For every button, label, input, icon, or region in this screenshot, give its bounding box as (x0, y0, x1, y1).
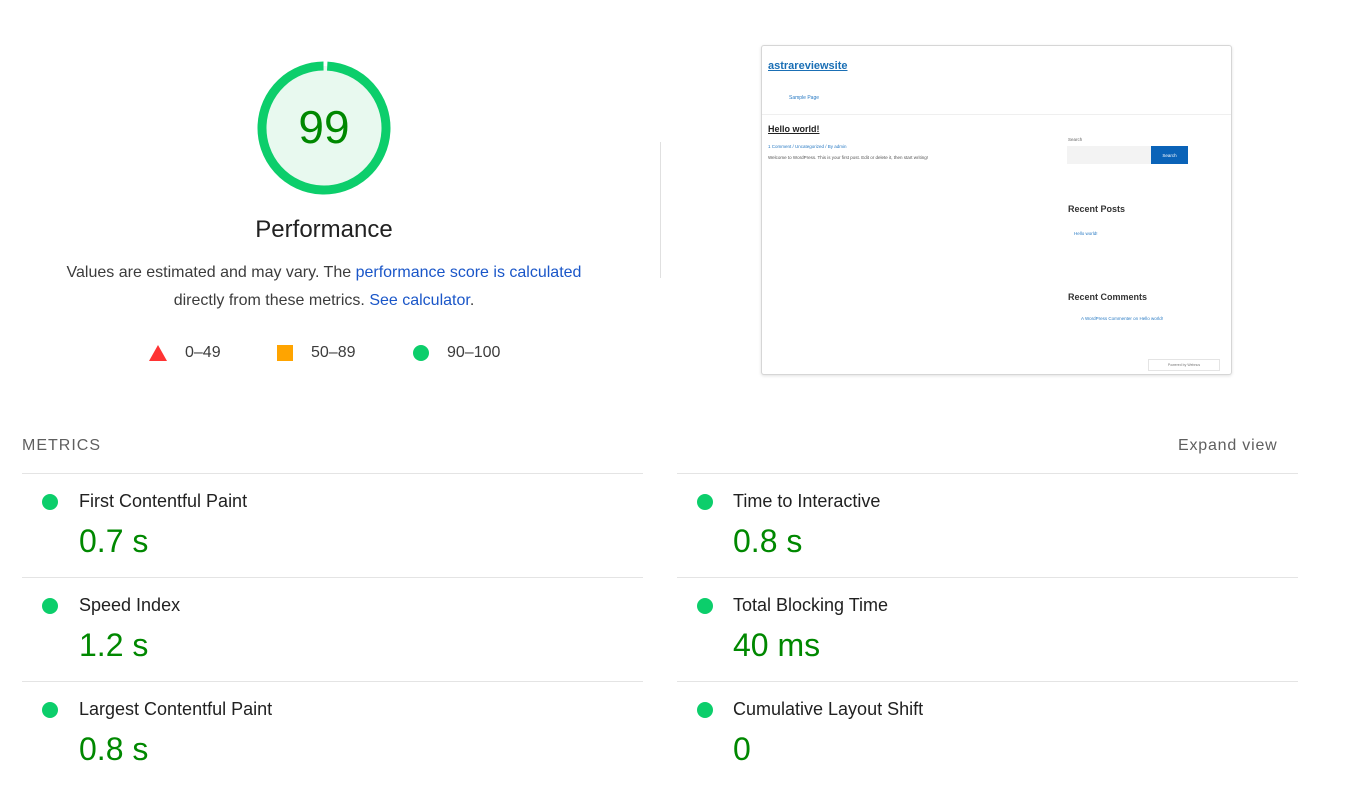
pass-circle-icon (42, 702, 58, 718)
metric-value-cls: 0 (733, 731, 751, 767)
pass-circle-icon (697, 598, 713, 614)
description-text: Values are estimated and may vary. The (66, 264, 356, 281)
pass-circle-icon (697, 702, 713, 718)
thumb-search-input (1067, 146, 1151, 164)
divider (660, 142, 661, 278)
thumb-nav-link: Sample Page (789, 95, 820, 101)
performance-title: Performance (255, 216, 393, 243)
performance-score: 99 (298, 101, 350, 153)
thumb-search-label: Search (1068, 137, 1083, 142)
metric-label-cls: Cumulative Layout Shift (733, 699, 924, 719)
thumb-recent-comments-heading: Recent Comments (1068, 292, 1148, 302)
legend-range: 90–100 (447, 344, 501, 361)
divider (677, 681, 1298, 682)
score-description: Values are estimated and may vary. The p… (30, 259, 618, 315)
legend-fail: 0–49 (149, 342, 221, 364)
divider (677, 577, 1298, 578)
see-calculator-link[interactable]: See calculator (369, 292, 470, 309)
thumb-site-title: astrareviewsite (768, 60, 848, 72)
metric-label-si: Speed Index (79, 595, 181, 615)
metric-label-tti: Time to Interactive (733, 491, 881, 511)
metric-value-tti: 0.8 s (733, 523, 803, 559)
legend-average: 50–89 (277, 342, 356, 364)
metric-value-si: 1.2 s (79, 627, 149, 663)
circle-icon (413, 345, 429, 361)
score-calculated-link[interactable]: performance score is calculated (356, 264, 582, 281)
metric-label-tbt: Total Blocking Time (733, 595, 889, 615)
pass-circle-icon (42, 598, 58, 614)
legend-range: 50–89 (311, 344, 356, 361)
thumb-search-button: Search (1151, 146, 1188, 164)
description-text: directly from these metrics. (173, 292, 370, 309)
pass-circle-icon (697, 494, 713, 510)
divider (22, 577, 643, 578)
square-icon (277, 345, 293, 361)
divider (22, 681, 643, 682)
divider (22, 473, 643, 474)
metric-label-lcp: Largest Contentful Paint (79, 699, 273, 719)
description-text: . (469, 292, 475, 309)
expand-view-toggle[interactable]: Expand view (1178, 437, 1278, 455)
pass-circle-icon (42, 494, 58, 510)
divider (677, 473, 1298, 474)
final-screenshot[interactable]: astrareviewsite Sample Page Hello world!… (761, 45, 1232, 375)
thumb-recent-posts-heading: Recent Posts (1068, 204, 1126, 214)
thumb-post-title: Hello world! (768, 124, 820, 134)
metric-label-fcp: First Contentful Paint (79, 491, 248, 511)
metric-value-tbt: 40 ms (733, 627, 821, 663)
metric-value-lcp: 0.8 s (79, 731, 149, 767)
triangle-icon (149, 345, 167, 361)
metrics-title: METRICS (22, 437, 101, 454)
metric-value-fcp: 0.7 s (79, 523, 149, 559)
thumb-separator (762, 114, 1231, 115)
legend-range: 0–49 (185, 344, 221, 361)
thumb-powered-by: Powered by Webnus (1148, 359, 1220, 371)
thumb-post-meta: 1 Comment / Uncategorized / By admin (768, 144, 847, 149)
legend-pass: 90–100 (413, 342, 500, 364)
thumb-recent-post-link: Hello world! (1074, 231, 1098, 236)
thumb-recent-comment-link: A WordPress Commenter on Hello world! (1081, 316, 1163, 321)
thumb-post-excerpt: Welcome to WordPress. This is your first… (768, 155, 929, 160)
